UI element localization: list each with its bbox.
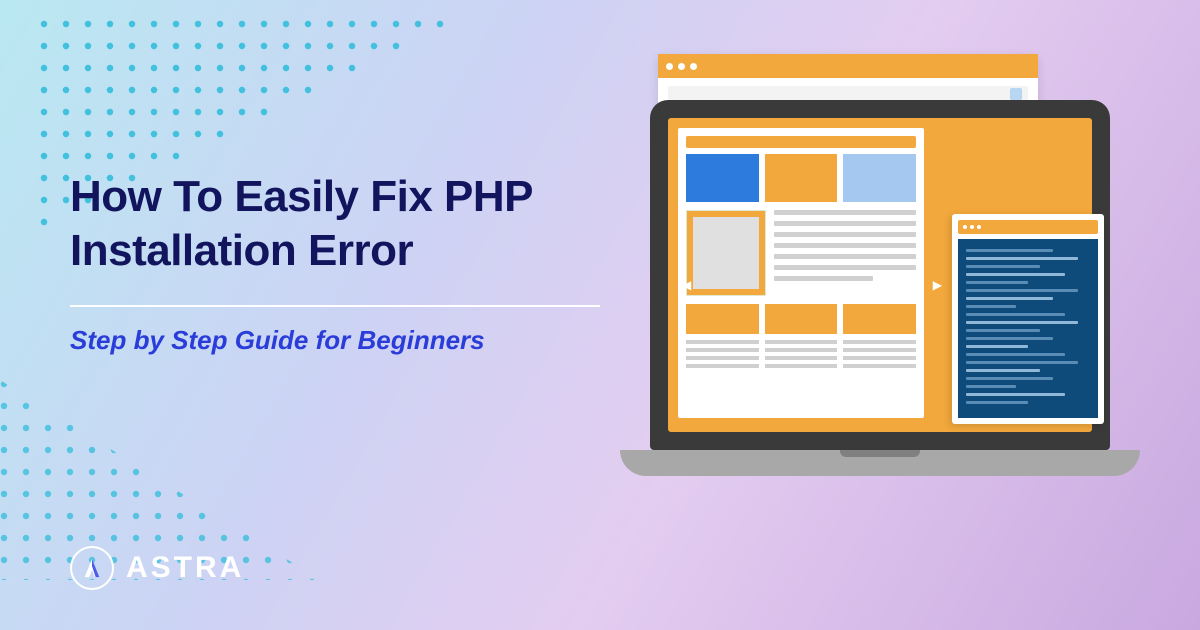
logo-mark-icon — [70, 546, 114, 590]
content-row — [686, 210, 916, 296]
laptop-screen: ◀ ▶ — [650, 100, 1110, 450]
code-title-bar — [958, 220, 1098, 234]
page-title: How To Easily Fix PHP Installation Error — [70, 170, 600, 277]
screen-content: ◀ ▶ — [668, 118, 1092, 432]
window-dot-icon — [690, 63, 697, 70]
window-dot-icon — [977, 225, 981, 229]
image-placeholder — [686, 210, 766, 296]
tile-row — [686, 154, 916, 202]
logo-a-icon — [81, 557, 103, 579]
brand-name: ASTRA — [126, 551, 244, 585]
webpage-mockup — [678, 128, 924, 418]
footer-tile — [686, 304, 759, 334]
content-tile — [686, 154, 759, 202]
footer-tile-row — [686, 304, 916, 334]
text-content: How To Easily Fix PHP Installation Error… — [70, 170, 600, 356]
title-line-2: Installation Error — [70, 226, 413, 275]
title-line-1: How To Easily Fix PHP — [70, 172, 533, 221]
footer-tile — [765, 304, 838, 334]
code-editor-panel — [952, 214, 1104, 424]
brand-logo: ASTRA — [70, 546, 244, 590]
page-header-bar — [686, 136, 916, 148]
chevron-right-icon: ▶ — [933, 278, 942, 292]
code-body — [958, 239, 1098, 418]
page-subtitle: Step by Step Guide for Beginners — [70, 325, 600, 356]
browser-title-bar — [658, 54, 1038, 78]
chevron-left-icon: ◀ — [682, 278, 691, 292]
title-divider — [70, 305, 600, 307]
window-dot-icon — [963, 225, 967, 229]
window-dot-icon — [678, 63, 685, 70]
laptop-base — [620, 450, 1140, 476]
window-dot-icon — [666, 63, 673, 70]
content-tile — [765, 154, 838, 202]
footer-text-columns — [686, 340, 916, 372]
content-tile — [843, 154, 916, 202]
text-lines — [774, 210, 916, 296]
window-dot-icon — [970, 225, 974, 229]
laptop-illustration: ◀ ▶ — [620, 100, 1140, 476]
footer-tile — [843, 304, 916, 334]
